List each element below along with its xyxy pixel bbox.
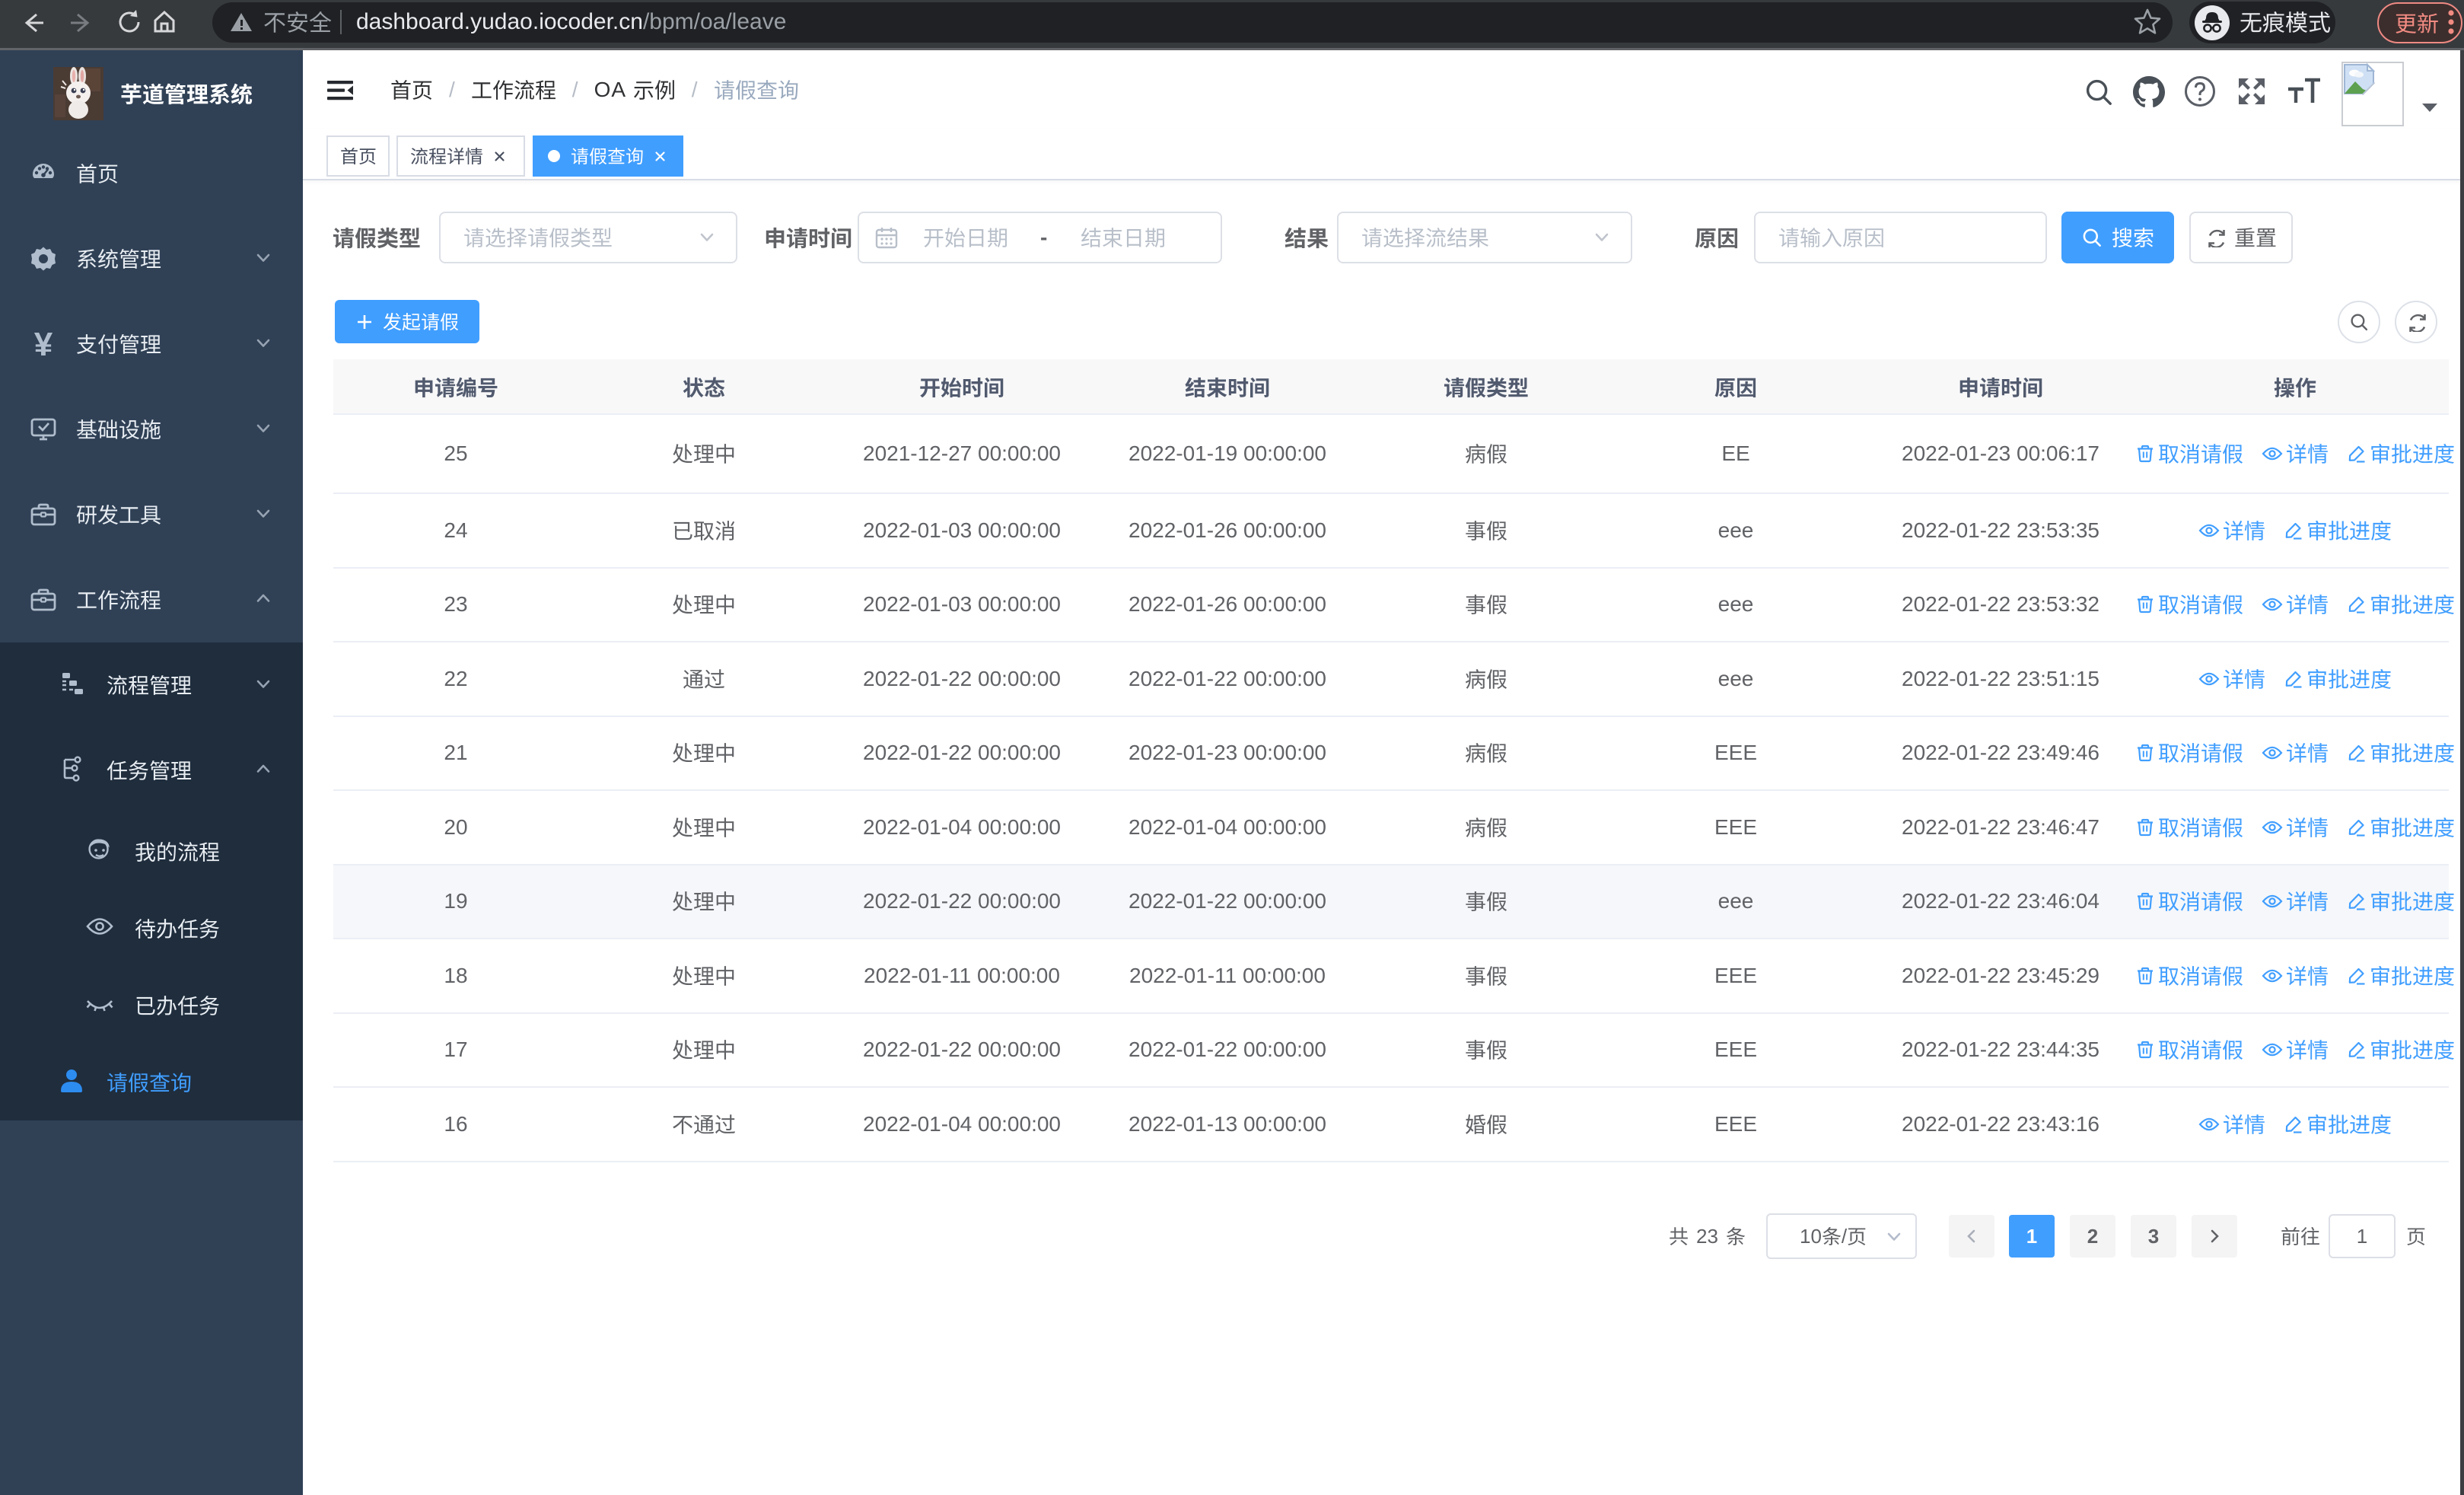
svg-text:¥: ¥ (34, 327, 53, 362)
